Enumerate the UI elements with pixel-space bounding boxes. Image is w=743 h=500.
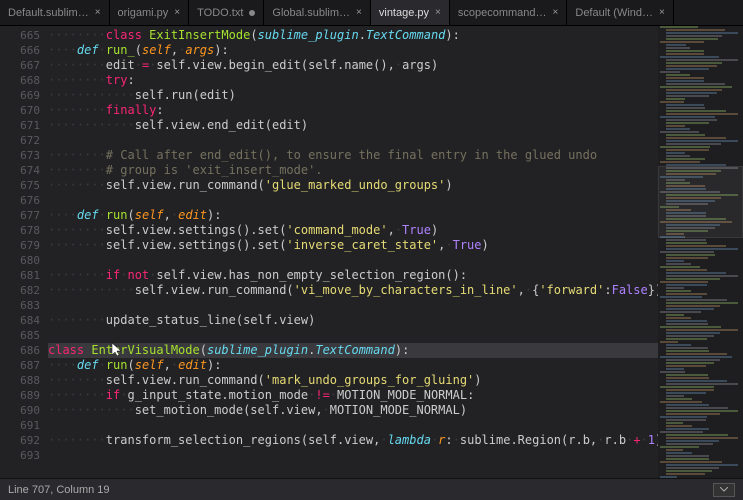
code-line[interactable]: ········if·g_input_state.motion_mode·!=·…	[48, 388, 658, 403]
code-line[interactable]: ········edit·=·self.view.begin_edit(self…	[48, 58, 658, 73]
code-area[interactable]: ········class ExitInsertMode(sublime_plu…	[48, 26, 658, 478]
tab-label: Global.sublim…	[272, 7, 350, 19]
status-position: Line 707, Column 19	[8, 484, 110, 496]
close-icon[interactable]: ×	[174, 7, 180, 18]
dirty-indicator-icon	[249, 10, 255, 16]
code-line[interactable]: ············self.run(edit)	[48, 88, 658, 103]
code-line[interactable]: ········finally:	[48, 103, 658, 118]
tab-4[interactable]: vintage.py ×	[371, 0, 450, 25]
code-line[interactable]: ············self.view.end_edit(edit)	[48, 118, 658, 133]
tab-6[interactable]: Default (Wind… ×	[567, 0, 673, 25]
code-line[interactable]: ············set_motion_mode(self.view,·M…	[48, 403, 658, 418]
minimap-viewport[interactable]	[658, 166, 743, 238]
code-line[interactable]: class·EnterVisualMode(sublime_plugin.Tex…	[48, 343, 658, 358]
tab-label: Default (Wind…	[575, 7, 653, 19]
code-line[interactable]: ····def·run(self,·edit):	[48, 358, 658, 373]
code-line[interactable]: ········self.view.settings().set('invers…	[48, 238, 658, 253]
close-icon[interactable]: ×	[95, 7, 101, 18]
code-line[interactable]	[48, 193, 658, 208]
tab-label: TODO.txt	[197, 7, 243, 19]
status-dropdown[interactable]	[713, 483, 735, 497]
tab-2[interactable]: TODO.txt	[189, 0, 264, 25]
tab-bar: Default.sublim… × origami.py × TODO.txt Globa…	[0, 0, 743, 26]
code-line[interactable]: ········if·not·self.view.has_non_empty_s…	[48, 268, 658, 283]
close-icon[interactable]: ×	[659, 7, 665, 18]
tab-0[interactable]: Default.sublim… ×	[0, 0, 110, 25]
code-line[interactable]: ····def·run(self,·edit):	[48, 208, 658, 223]
code-line[interactable]	[48, 253, 658, 268]
status-bar: Line 707, Column 19	[0, 478, 743, 500]
code-line[interactable]	[48, 328, 658, 343]
code-line[interactable]	[48, 448, 658, 463]
close-icon[interactable]: ×	[435, 7, 441, 18]
code-line[interactable]	[48, 298, 658, 313]
code-line[interactable]: ········try:	[48, 73, 658, 88]
close-icon[interactable]: ×	[356, 7, 362, 18]
tab-1[interactable]: origami.py ×	[110, 0, 190, 25]
tab-5[interactable]: scopecommand… ×	[450, 0, 568, 25]
tab-label: scopecommand…	[458, 7, 547, 19]
code-line[interactable]: ········# Call after end_edit(), to ensu…	[48, 148, 658, 163]
editor: 6656666676686696706716726736746756766776…	[0, 26, 743, 478]
close-icon[interactable]: ×	[553, 7, 559, 18]
tab-3[interactable]: Global.sublim… ×	[264, 0, 370, 25]
code-line[interactable]	[48, 418, 658, 433]
code-line[interactable]: ········# group is 'exit_insert_mode'.	[48, 163, 658, 178]
code-line[interactable]: ········transform_selection_regions(self…	[48, 433, 658, 448]
chevron-down-icon	[720, 487, 728, 492]
minimap[interactable]	[658, 26, 743, 478]
line-number-gutter: 6656666676686696706716726736746756766776…	[0, 26, 48, 478]
tab-label: vintage.py	[379, 7, 429, 19]
code-line[interactable]: ············self.view.run_command('vi_mo…	[48, 283, 658, 298]
code-line[interactable]: ········class ExitInsertMode(sublime_plu…	[48, 28, 658, 43]
code-line[interactable]	[48, 133, 658, 148]
code-line[interactable]: ········update_status_line(self.view)	[48, 313, 658, 328]
tab-label: Default.sublim…	[8, 7, 89, 19]
code-line[interactable]: ········self.view.run_command('glue_mark…	[48, 178, 658, 193]
code-line[interactable]: ····def·run_(self,·args):	[48, 43, 658, 58]
tab-label: origami.py	[118, 7, 169, 19]
code-line[interactable]: ········self.view.settings().set('comman…	[48, 223, 658, 238]
code-line[interactable]: ········self.view.run_command('mark_undo…	[48, 373, 658, 388]
